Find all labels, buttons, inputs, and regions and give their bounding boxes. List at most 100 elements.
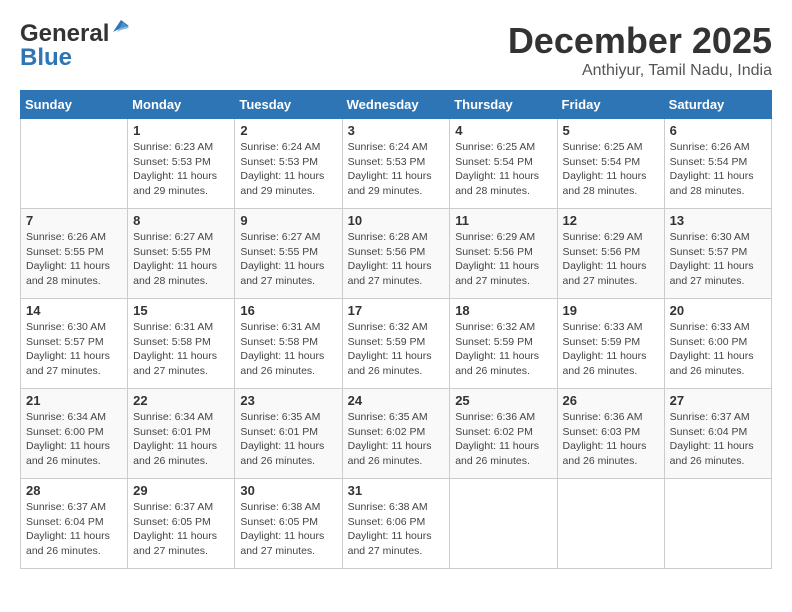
- column-header-monday: Monday: [128, 91, 235, 119]
- day-number: 15: [133, 303, 229, 318]
- calendar-week-row: 21 Sunrise: 6:34 AM Sunset: 6:00 PM Dayli…: [21, 389, 772, 479]
- day-info: Sunrise: 6:33 AM Sunset: 6:00 PM Dayligh…: [670, 320, 766, 379]
- day-info: Sunrise: 6:34 AM Sunset: 6:00 PM Dayligh…: [26, 410, 122, 469]
- day-info: Sunrise: 6:28 AM Sunset: 5:56 PM Dayligh…: [348, 230, 445, 289]
- calendar-day-cell: 27 Sunrise: 6:37 AM Sunset: 6:04 PM Dayli…: [664, 389, 771, 479]
- calendar-day-cell: 10 Sunrise: 6:28 AM Sunset: 5:56 PM Dayli…: [342, 209, 450, 299]
- day-info: Sunrise: 6:31 AM Sunset: 5:58 PM Dayligh…: [133, 320, 229, 379]
- calendar-day-cell: 30Sunrise: 6:38 AM Sunset: 6:05 PM Dayli…: [235, 479, 342, 569]
- calendar-day-cell: 2 Sunrise: 6:24 AM Sunset: 5:53 PM Daylig…: [235, 119, 342, 209]
- day-number: 8: [133, 213, 229, 228]
- calendar-day-cell: 17 Sunrise: 6:32 AM Sunset: 5:59 PM Dayli…: [342, 299, 450, 389]
- day-number: 19: [563, 303, 659, 318]
- day-info: Sunrise: 6:32 AM Sunset: 5:59 PM Dayligh…: [348, 320, 445, 379]
- column-header-sunday: Sunday: [21, 91, 128, 119]
- day-number: 3: [348, 123, 445, 138]
- day-info: Sunrise: 6:25 AM Sunset: 5:54 PM Dayligh…: [563, 140, 659, 199]
- day-number: 18: [455, 303, 551, 318]
- day-number: 2: [240, 123, 336, 138]
- calendar-table: SundayMondayTuesdayWednesdayThursdayFrid…: [20, 90, 772, 569]
- day-info: Sunrise: 6:38 AM Sunset: 6:06 PM Dayligh…: [348, 500, 445, 559]
- calendar-day-cell: 20Sunrise: 6:33 AM Sunset: 6:00 PM Dayli…: [664, 299, 771, 389]
- calendar-day-cell: 16Sunrise: 6:31 AM Sunset: 5:58 PM Dayli…: [235, 299, 342, 389]
- day-info: Sunrise: 6:30 AM Sunset: 5:57 PM Dayligh…: [26, 320, 122, 379]
- day-number: 22: [133, 393, 229, 408]
- day-info: Sunrise: 6:27 AM Sunset: 5:55 PM Dayligh…: [133, 230, 229, 289]
- calendar-day-cell: 9Sunrise: 6:27 AM Sunset: 5:55 PM Daylig…: [235, 209, 342, 299]
- day-number: 29: [133, 483, 229, 498]
- day-info: Sunrise: 6:35 AM Sunset: 6:02 PM Dayligh…: [348, 410, 445, 469]
- day-number: 5: [563, 123, 659, 138]
- calendar-week-row: 14 Sunrise: 6:30 AM Sunset: 5:57 PM Dayli…: [21, 299, 772, 389]
- day-info: Sunrise: 6:29 AM Sunset: 5:56 PM Dayligh…: [455, 230, 551, 289]
- calendar-week-row: 1 Sunrise: 6:23 AM Sunset: 5:53 PM Daylig…: [21, 119, 772, 209]
- day-number: 23: [240, 393, 336, 408]
- calendar-day-cell: 31 Sunrise: 6:38 AM Sunset: 6:06 PM Dayli…: [342, 479, 450, 569]
- day-number: 1: [133, 123, 229, 138]
- calendar-day-cell: 21 Sunrise: 6:34 AM Sunset: 6:00 PM Dayli…: [21, 389, 128, 479]
- day-number: 28: [26, 483, 122, 498]
- day-info: Sunrise: 6:35 AM Sunset: 6:01 PM Dayligh…: [240, 410, 336, 469]
- day-info: Sunrise: 6:31 AM Sunset: 5:58 PM Dayligh…: [240, 320, 336, 379]
- day-info: Sunrise: 6:24 AM Sunset: 5:53 PM Dayligh…: [240, 140, 336, 199]
- calendar-week-row: 7 Sunrise: 6:26 AM Sunset: 5:55 PM Daylig…: [21, 209, 772, 299]
- calendar-day-cell: 15 Sunrise: 6:31 AM Sunset: 5:58 PM Dayli…: [128, 299, 235, 389]
- calendar-day-cell: 11 Sunrise: 6:29 AM Sunset: 5:56 PM Dayli…: [450, 209, 557, 299]
- day-number: 24: [348, 393, 445, 408]
- calendar-day-cell: 6 Sunrise: 6:26 AM Sunset: 5:54 PM Daylig…: [664, 119, 771, 209]
- empty-cell: [21, 119, 128, 209]
- day-number: 11: [455, 213, 551, 228]
- calendar-day-cell: 19 Sunrise: 6:33 AM Sunset: 5:59 PM Dayli…: [557, 299, 664, 389]
- day-number: 14: [26, 303, 122, 318]
- day-number: 25: [455, 393, 551, 408]
- day-info: Sunrise: 6:37 AM Sunset: 6:04 PM Dayligh…: [26, 500, 122, 559]
- day-info: Sunrise: 6:26 AM Sunset: 5:54 PM Dayligh…: [670, 140, 766, 199]
- logo-general: General: [20, 20, 109, 47]
- calendar-day-cell: 22 Sunrise: 6:34 AM Sunset: 6:01 PM Dayli…: [128, 389, 235, 479]
- calendar-day-cell: 29 Sunrise: 6:37 AM Sunset: 6:05 PM Dayli…: [128, 479, 235, 569]
- day-info: Sunrise: 6:32 AM Sunset: 5:59 PM Dayligh…: [455, 320, 551, 379]
- empty-cell: [557, 479, 664, 569]
- day-info: Sunrise: 6:37 AM Sunset: 6:04 PM Dayligh…: [670, 410, 766, 469]
- calendar-day-cell: 18 Sunrise: 6:32 AM Sunset: 5:59 PM Dayli…: [450, 299, 557, 389]
- empty-cell: [450, 479, 557, 569]
- day-info: Sunrise: 6:30 AM Sunset: 5:57 PM Dayligh…: [670, 230, 766, 289]
- title-block: December 2025 Anthiyur, Tamil Nadu, Indi…: [508, 20, 772, 80]
- column-header-wednesday: Wednesday: [342, 91, 450, 119]
- calendar-day-cell: 7 Sunrise: 6:26 AM Sunset: 5:55 PM Daylig…: [21, 209, 128, 299]
- calendar-day-cell: 26Sunrise: 6:36 AM Sunset: 6:03 PM Dayli…: [557, 389, 664, 479]
- day-number: 7: [26, 213, 122, 228]
- day-number: 6: [670, 123, 766, 138]
- calendar-day-cell: 3 Sunrise: 6:24 AM Sunset: 5:53 PM Daylig…: [342, 119, 450, 209]
- day-number: 26: [563, 393, 659, 408]
- day-info: Sunrise: 6:25 AM Sunset: 5:54 PM Dayligh…: [455, 140, 551, 199]
- calendar-day-cell: 4Sunrise: 6:25 AM Sunset: 5:54 PM Daylig…: [450, 119, 557, 209]
- day-number: 27: [670, 393, 766, 408]
- calendar-header-row: SundayMondayTuesdayWednesdayThursdayFrid…: [21, 91, 772, 119]
- day-number: 17: [348, 303, 445, 318]
- day-info: Sunrise: 6:29 AM Sunset: 5:56 PM Dayligh…: [563, 230, 659, 289]
- day-info: Sunrise: 6:24 AM Sunset: 5:53 PM Dayligh…: [348, 140, 445, 199]
- day-info: Sunrise: 6:34 AM Sunset: 6:01 PM Dayligh…: [133, 410, 229, 469]
- location-subtitle: Anthiyur, Tamil Nadu, India: [508, 62, 772, 80]
- column-header-saturday: Saturday: [664, 91, 771, 119]
- calendar-day-cell: 25Sunrise: 6:36 AM Sunset: 6:02 PM Dayli…: [450, 389, 557, 479]
- day-number: 13: [670, 213, 766, 228]
- calendar-day-cell: 23 Sunrise: 6:35 AM Sunset: 6:01 PM Dayli…: [235, 389, 342, 479]
- day-number: 21: [26, 393, 122, 408]
- calendar-day-cell: 14 Sunrise: 6:30 AM Sunset: 5:57 PM Dayli…: [21, 299, 128, 389]
- logo-bird-icon: [111, 18, 129, 34]
- day-info: Sunrise: 6:37 AM Sunset: 6:05 PM Dayligh…: [133, 500, 229, 559]
- calendar-day-cell: 12Sunrise: 6:29 AM Sunset: 5:56 PM Dayli…: [557, 209, 664, 299]
- day-info: Sunrise: 6:23 AM Sunset: 5:53 PM Dayligh…: [133, 140, 229, 199]
- column-header-thursday: Thursday: [450, 91, 557, 119]
- day-info: Sunrise: 6:33 AM Sunset: 5:59 PM Dayligh…: [563, 320, 659, 379]
- month-title: December 2025: [508, 20, 772, 62]
- day-info: Sunrise: 6:27 AM Sunset: 5:55 PM Dayligh…: [240, 230, 336, 289]
- day-number: 10: [348, 213, 445, 228]
- calendar-day-cell: 13 Sunrise: 6:30 AM Sunset: 5:57 PM Dayli…: [664, 209, 771, 299]
- calendar-day-cell: 24 Sunrise: 6:35 AM Sunset: 6:02 PM Dayli…: [342, 389, 450, 479]
- day-number: 31: [348, 483, 445, 498]
- day-info: Sunrise: 6:26 AM Sunset: 5:55 PM Dayligh…: [26, 230, 122, 289]
- calendar-day-cell: 28 Sunrise: 6:37 AM Sunset: 6:04 PM Dayli…: [21, 479, 128, 569]
